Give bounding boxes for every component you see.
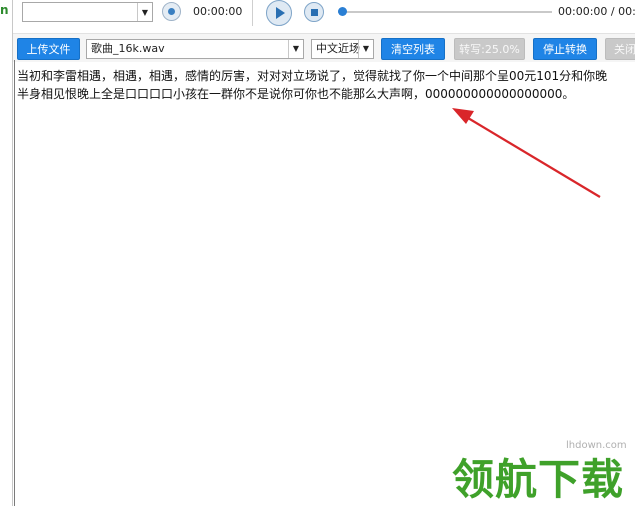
watermark-logo: 领航下载	[452, 455, 625, 504]
arrow-head	[452, 108, 474, 124]
arrow-shaft	[462, 114, 601, 198]
annotation-arrow	[452, 108, 601, 198]
